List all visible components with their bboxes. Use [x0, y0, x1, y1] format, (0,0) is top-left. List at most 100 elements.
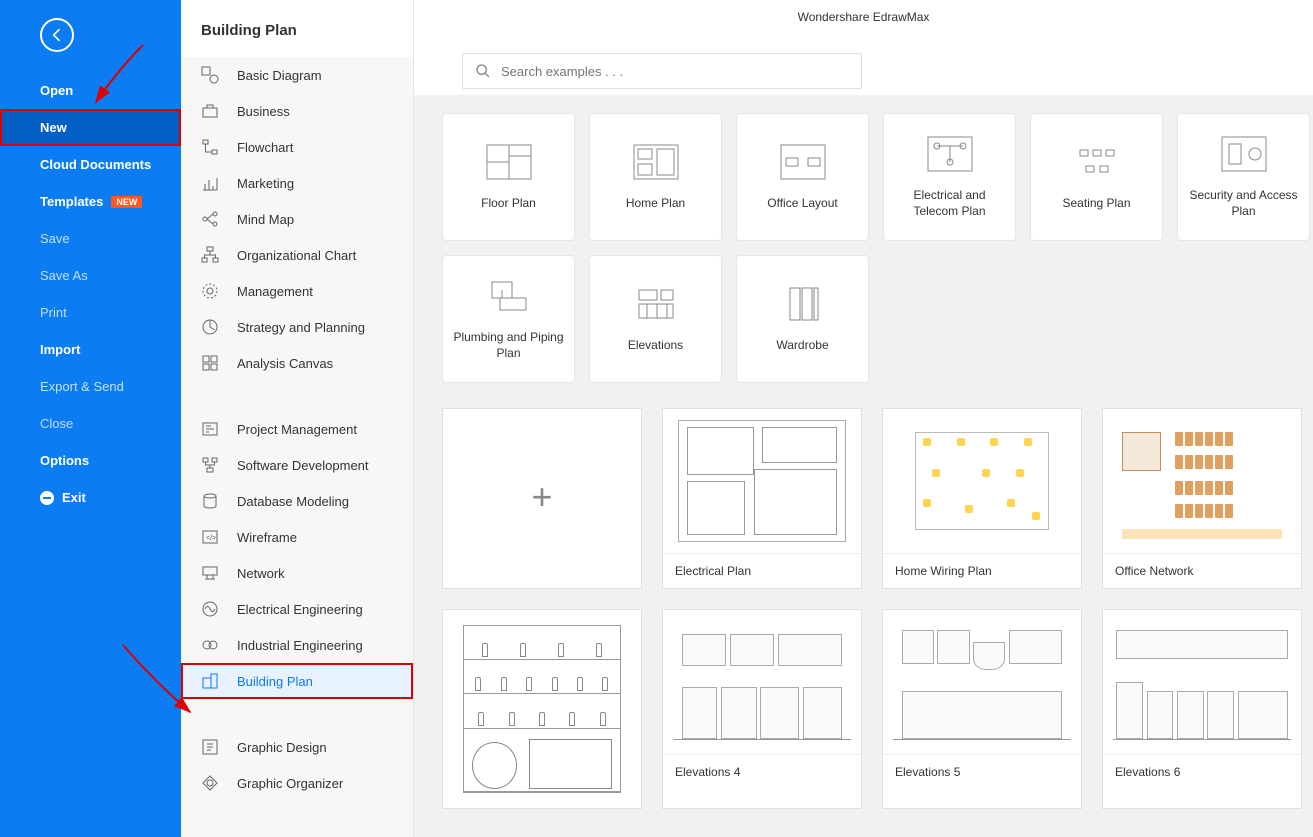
seating-icon	[1072, 142, 1122, 182]
network-icon	[201, 564, 219, 582]
category-header: Building Plan	[181, 0, 413, 57]
wireframe-icon: </>	[201, 528, 219, 546]
menu-cloud-documents[interactable]: Cloud Documents	[0, 146, 181, 183]
thumbnail	[663, 409, 861, 554]
code-icon	[201, 456, 219, 474]
thumbnail	[1103, 409, 1301, 554]
cat-building-plan[interactable]: Building Plan	[181, 663, 413, 699]
menu-templates-label: Templates	[40, 194, 103, 209]
home-plan-icon	[631, 142, 681, 182]
thumbnail	[883, 409, 1081, 554]
content-area: Floor Plan Home Plan Office Layout Elect…	[414, 95, 1313, 837]
new-blank-template[interactable]: +	[442, 408, 642, 589]
cat-ind-eng[interactable]: Industrial Engineering	[181, 627, 413, 663]
elevations-icon	[631, 284, 681, 324]
menu-save[interactable]: Save	[0, 220, 181, 257]
example-electrical-plan[interactable]: Electrical Plan	[662, 408, 862, 589]
example-grid: + Electrical Plan	[442, 408, 1313, 809]
electrical-icon	[925, 134, 975, 174]
orgchart-icon	[201, 246, 219, 264]
menu-exit[interactable]: Exit	[0, 479, 181, 516]
file-menu-sidebar: Open New Cloud Documents Templates NEW S…	[0, 0, 181, 837]
type-plumbing[interactable]: Plumbing and Piping Plan	[442, 255, 575, 383]
type-electrical-telecom[interactable]: Electrical and Telecom Plan	[883, 113, 1016, 241]
main-content: Wondershare EdrawMax Floor Plan Home Pla…	[414, 0, 1313, 837]
example-office-network[interactable]: Office Network	[1102, 408, 1302, 589]
sine-icon	[201, 600, 219, 618]
gantt-icon	[201, 420, 219, 438]
cat-project-mgmt[interactable]: Project Management	[181, 411, 413, 447]
cat-flowchart[interactable]: Flowchart	[181, 129, 413, 165]
back-button[interactable]	[40, 18, 74, 52]
menu-print[interactable]: Print	[0, 294, 181, 331]
chart-icon	[201, 174, 219, 192]
wardrobe-icon	[778, 284, 828, 324]
plus-icon: +	[531, 476, 552, 518]
grid-icon	[201, 354, 219, 372]
type-elevations[interactable]: Elevations	[589, 255, 722, 383]
app-title: Wondershare EdrawMax	[798, 10, 930, 24]
cat-network[interactable]: Network	[181, 555, 413, 591]
exit-icon	[40, 491, 54, 505]
cat-marketing[interactable]: Marketing	[181, 165, 413, 201]
svg-text:</>: </>	[206, 535, 216, 542]
menu-options[interactable]: Options	[0, 442, 181, 479]
factory-icon	[201, 636, 219, 654]
menu-export-send[interactable]: Export & Send	[0, 368, 181, 405]
mindmap-icon	[201, 210, 219, 228]
menu-templates[interactable]: Templates NEW	[0, 183, 181, 220]
cat-db-model[interactable]: Database Modeling	[181, 483, 413, 519]
type-seating-plan[interactable]: Seating Plan	[1030, 113, 1163, 241]
type-security-access[interactable]: Security and Access Plan	[1177, 113, 1310, 241]
menu-save-as[interactable]: Save As	[0, 257, 181, 294]
search-input[interactable]	[501, 64, 849, 79]
menu-import[interactable]: Import	[0, 331, 181, 368]
organizer-icon	[201, 774, 219, 792]
search-icon	[475, 63, 491, 79]
example-elevations-6[interactable]: Elevations 6	[1102, 609, 1302, 809]
cat-graphic-org[interactable]: Graphic Organizer	[181, 765, 413, 801]
cat-graphic-design[interactable]: Graphic Design	[181, 729, 413, 765]
menu-open[interactable]: Open	[0, 72, 181, 109]
menu-close[interactable]: Close	[0, 405, 181, 442]
type-office-layout[interactable]: Office Layout	[736, 113, 869, 241]
type-home-plan[interactable]: Home Plan	[589, 113, 722, 241]
thumbnail	[663, 610, 861, 755]
thumbnail	[1103, 610, 1301, 755]
cat-strategy[interactable]: Strategy and Planning	[181, 309, 413, 345]
thumbnail	[883, 610, 1081, 755]
cat-orgchart[interactable]: Organizational Chart	[181, 237, 413, 273]
floor-plan-icon	[484, 142, 534, 182]
menu-exit-label: Exit	[62, 490, 86, 505]
strategy-icon	[201, 318, 219, 336]
example-elevations-4[interactable]: Elevations 4	[662, 609, 862, 809]
cat-software-dev[interactable]: Software Development	[181, 447, 413, 483]
cat-analysis[interactable]: Analysis Canvas	[181, 345, 413, 381]
menu-new[interactable]: New	[0, 109, 181, 146]
example-wardrobe-shelves[interactable]	[442, 609, 642, 809]
cat-mindmap[interactable]: Mind Map	[181, 201, 413, 237]
shapes-icon	[201, 66, 219, 84]
type-wardrobe[interactable]: Wardrobe	[736, 255, 869, 383]
office-layout-icon	[778, 142, 828, 182]
cat-management[interactable]: Management	[181, 273, 413, 309]
plumbing-icon	[484, 276, 534, 316]
database-icon	[201, 492, 219, 510]
thumbnail	[443, 610, 641, 808]
category-list: Basic Diagram Business Flowchart Marketi…	[181, 57, 413, 837]
example-elevations-5[interactable]: Elevations 5	[882, 609, 1082, 809]
security-icon	[1219, 134, 1269, 174]
cat-elec-eng[interactable]: Electrical Engineering	[181, 591, 413, 627]
search-box[interactable]	[462, 53, 862, 89]
cat-wireframe[interactable]: </>Wireframe	[181, 519, 413, 555]
category-panel: Building Plan Basic Diagram Business Flo…	[181, 0, 414, 837]
cat-basic-diagram[interactable]: Basic Diagram	[181, 57, 413, 93]
flowchart-icon	[201, 138, 219, 156]
cat-business[interactable]: Business	[181, 93, 413, 129]
briefcase-icon	[201, 102, 219, 120]
building-icon	[201, 672, 219, 690]
type-floor-plan[interactable]: Floor Plan	[442, 113, 575, 241]
new-badge: NEW	[111, 196, 142, 208]
arrow-left-icon	[49, 27, 65, 43]
example-home-wiring[interactable]: Home Wiring Plan	[882, 408, 1082, 589]
